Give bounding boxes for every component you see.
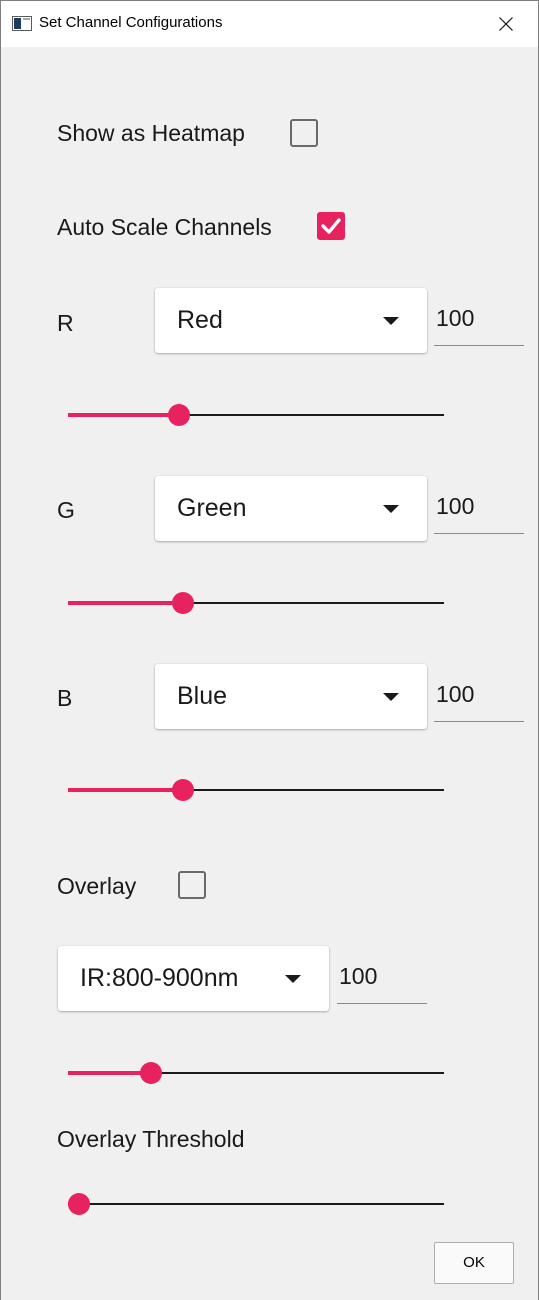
app-window-icon [12, 16, 32, 31]
channel-g-value: 100 [436, 493, 475, 519]
dialog-window: Set Channel Configurations Show as Heatm… [0, 0, 539, 1300]
slider-thumb[interactable] [172, 592, 194, 614]
slider-thumb[interactable] [172, 779, 194, 801]
channel-b-slider[interactable] [68, 778, 444, 802]
overlay-value-input[interactable]: 100 [337, 957, 427, 1004]
channel-r-label: R [57, 310, 74, 336]
chevron-down-icon [383, 505, 399, 513]
slider-fill [68, 1071, 151, 1075]
chevron-down-icon [285, 975, 301, 983]
auto-scale-label: Auto Scale Channels [57, 214, 272, 240]
chevron-down-icon [383, 693, 399, 701]
slider-fill [68, 788, 183, 792]
overlay-threshold-label: Overlay Threshold [57, 1126, 245, 1152]
slider-thumb[interactable] [68, 1193, 90, 1215]
ok-button[interactable]: OK [434, 1242, 514, 1284]
channel-r-select[interactable]: Red [155, 288, 427, 353]
channel-r-selected: Red [177, 306, 223, 334]
overlay-slider[interactable] [68, 1061, 444, 1085]
slider-thumb[interactable] [140, 1062, 162, 1084]
overlay-value: 100 [339, 963, 378, 989]
overlay-label: Overlay [57, 873, 137, 899]
channel-g-selected: Green [177, 494, 247, 522]
overlay-threshold-slider[interactable] [68, 1192, 444, 1216]
channel-b-select[interactable]: Blue [155, 664, 427, 729]
channel-r-value: 100 [436, 305, 475, 331]
channel-r-value-input[interactable]: 100 [434, 299, 524, 346]
channel-b-value-input[interactable]: 100 [434, 675, 524, 722]
chevron-down-icon [383, 317, 399, 325]
channel-g-slider[interactable] [68, 591, 444, 615]
title-bar[interactable]: Set Channel Configurations [1, 1, 538, 47]
overlay-select[interactable]: IR:800-900nm [58, 946, 329, 1011]
checkmark-icon [321, 218, 341, 234]
channel-b-value: 100 [436, 681, 475, 707]
channel-b-label: B [57, 685, 73, 711]
overlay-checkbox[interactable] [178, 871, 206, 899]
channel-g-value-input[interactable]: 100 [434, 487, 524, 534]
window-title: Set Channel Configurations [39, 14, 223, 31]
channel-r-slider[interactable] [68, 403, 444, 427]
channel-b-selected: Blue [177, 682, 228, 710]
close-button[interactable] [493, 11, 519, 37]
slider-thumb[interactable] [168, 404, 190, 426]
slider-fill [68, 413, 179, 417]
slider-fill [68, 601, 183, 605]
close-icon [499, 17, 513, 31]
auto-scale-checkbox[interactable] [317, 212, 345, 240]
heatmap-checkbox[interactable] [290, 119, 318, 147]
channel-g-select[interactable]: Green [155, 476, 427, 541]
slider-track [68, 1203, 444, 1205]
heatmap-label: Show as Heatmap [57, 120, 245, 146]
channel-g-label: G [57, 497, 75, 523]
overlay-selected: IR:800-900nm [80, 964, 239, 992]
